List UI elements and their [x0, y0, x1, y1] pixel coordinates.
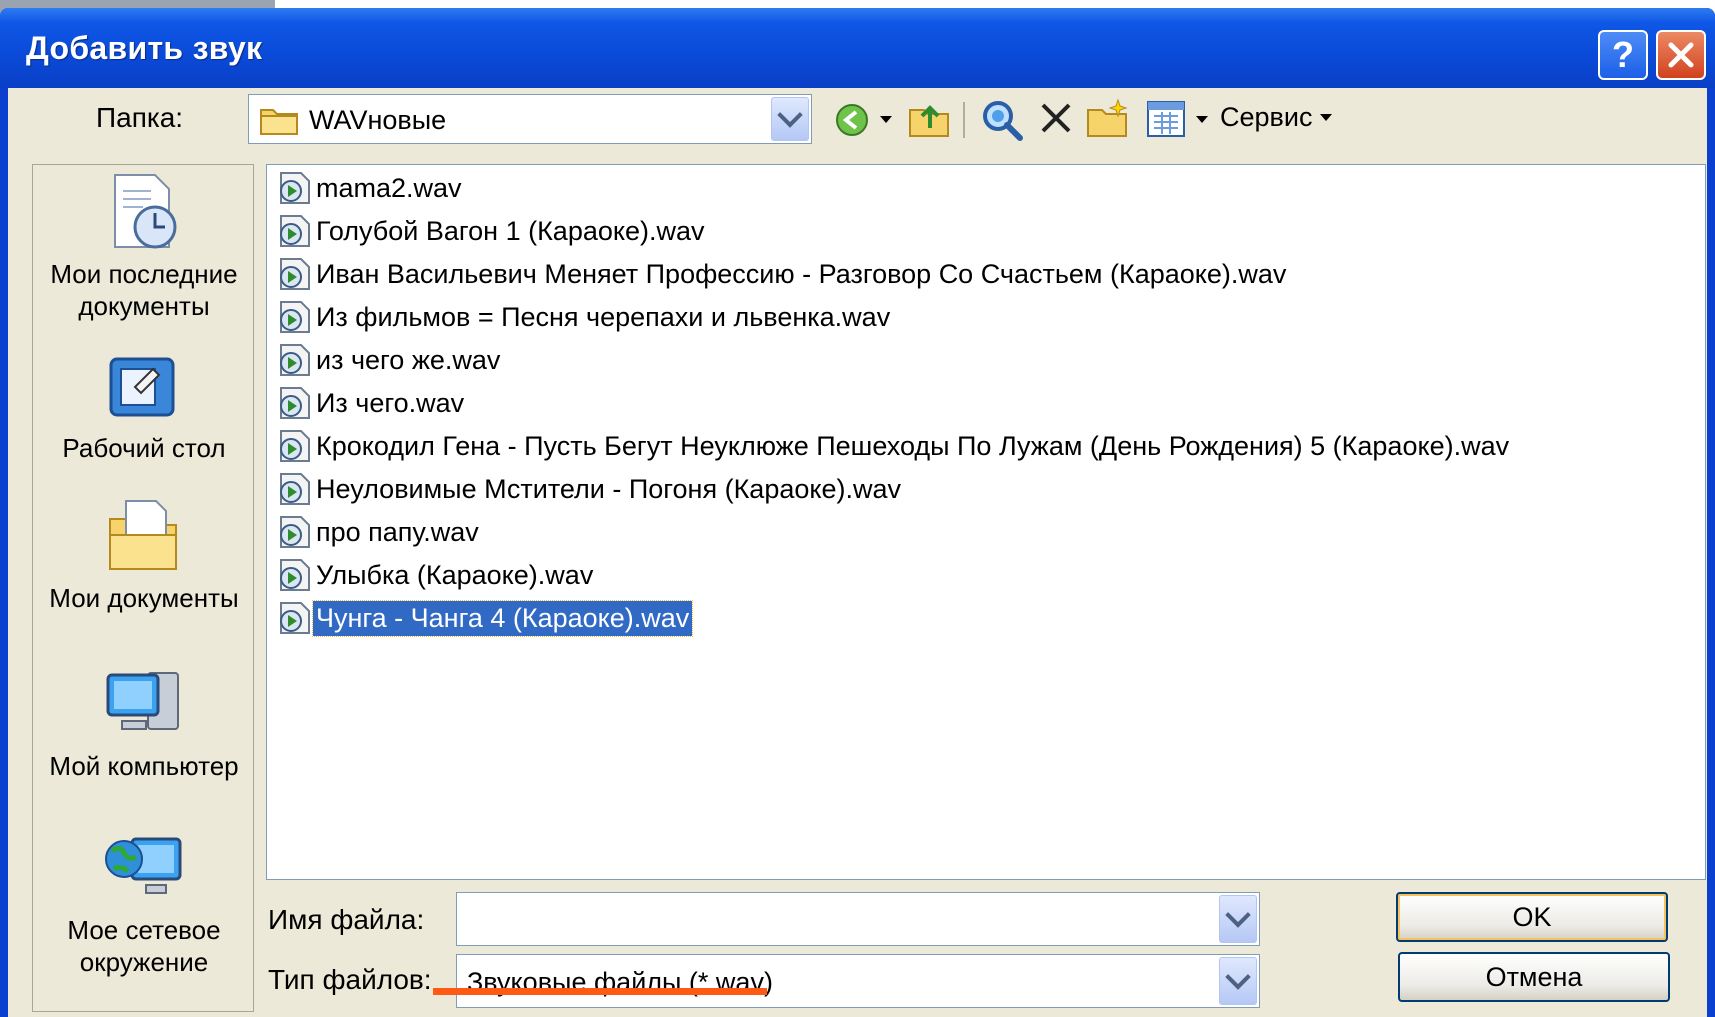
service-menu[interactable]: Сервис	[1220, 102, 1333, 133]
dialog-title: Добавить звук	[26, 30, 263, 66]
filetype-label: Тип файлов:	[268, 964, 432, 995]
file-name: Чунга - Чанга 4 (Караоке).wav	[311, 599, 694, 637]
chevron-down-icon	[777, 102, 803, 128]
file-row[interactable]: Улыбка (Караоке).wav	[277, 556, 596, 594]
cancel-button[interactable]: Отмена	[1398, 952, 1670, 1002]
file-row[interactable]: Неуловимые Мстители - Погоня (Караоке).w…	[277, 470, 904, 508]
file-name: Из чего.wav	[316, 387, 465, 418]
folder-icon	[260, 109, 298, 135]
recent-documents-icon	[114, 174, 177, 249]
file-name: из чего же.wav	[316, 344, 501, 375]
file-row[interactable]: Чунга - Чанга 4 (Караоке).wav	[277, 599, 694, 637]
add-sound-dialog: Добавить звук ? Папка: WAVновые Сервис М…	[0, 8, 1715, 1017]
service-menu-label: Сервис	[1220, 102, 1313, 132]
place-label: Мое сетевое окружение	[67, 915, 221, 977]
filetype-select[interactable]: Звуковые файлы (*.wav)	[456, 954, 1260, 1008]
desktop-icon	[109, 357, 175, 417]
file-name: про папу.wav	[316, 516, 479, 547]
place-network[interactable]: Мое сетевое окружение	[33, 829, 255, 978]
wav-file-icon	[280, 516, 310, 548]
place-my-computer[interactable]: Мой компьютер	[33, 665, 255, 782]
back-icon[interactable]	[834, 102, 870, 138]
new-folder-icon[interactable]	[1086, 98, 1128, 138]
view-dropdown-icon[interactable]	[1196, 116, 1208, 123]
place-label: Мои последние документы	[50, 259, 238, 321]
back-dropdown-icon[interactable]	[880, 116, 892, 123]
file-name: Крокодил Гена - Пусть Бегут Неуклюже Пеш…	[316, 430, 1510, 461]
chevron-down-icon	[1225, 902, 1251, 928]
wav-file-icon	[280, 602, 310, 634]
file-name: Иван Васильевич Меняет Профессию - Разго…	[316, 258, 1287, 289]
dialog-client-area: Папка: WAVновые Сервис Мои последние док…	[8, 88, 1707, 1017]
file-row[interactable]: Голубой Вагон 1 (Караоке).wav	[277, 212, 708, 250]
place-desktop[interactable]: Рабочий стол	[33, 349, 255, 464]
wav-file-icon	[280, 387, 310, 419]
file-row[interactable]: Крокодил Гена - Пусть Бегут Неуклюже Пеш…	[277, 427, 1512, 465]
places-bar: Мои последние документы Рабочий стол Мои…	[32, 164, 254, 1012]
filetype-dropdown-button[interactable]	[1219, 957, 1257, 1005]
filename-dropdown-button[interactable]	[1219, 895, 1257, 943]
network-places-icon	[105, 837, 182, 894]
file-row[interactable]: Иван Васильевич Меняет Профессию - Разго…	[277, 255, 1289, 293]
wav-file-icon	[280, 473, 310, 505]
file-name: Голубой Вагон 1 (Караоке).wav	[316, 215, 705, 246]
service-dropdown-icon	[1320, 114, 1333, 121]
filename-input[interactable]	[456, 892, 1260, 946]
wav-file-icon	[280, 172, 310, 204]
ok-button[interactable]: OK	[1396, 892, 1668, 942]
help-button[interactable]: ?	[1598, 30, 1648, 80]
folder-dropdown-button[interactable]	[771, 97, 809, 141]
filename-label: Имя файла:	[268, 904, 425, 935]
search-web-icon[interactable]	[980, 98, 1024, 142]
annotation-underline	[433, 988, 767, 995]
file-list[interactable]: mama2.wav Голубой Вагон 1 (Караоке).wav Ив…	[266, 164, 1706, 880]
wav-file-icon	[280, 344, 310, 376]
folder-label: Папка:	[96, 102, 184, 133]
file-name: Улыбка (Караоке).wav	[316, 559, 594, 590]
place-my-documents[interactable]: Мои документы	[33, 495, 255, 614]
close-icon	[1668, 42, 1694, 68]
wav-file-icon	[280, 430, 310, 462]
file-row[interactable]: про папу.wav	[277, 513, 482, 551]
file-row[interactable]: из чего же.wav	[277, 341, 503, 379]
view-menu-icon[interactable]	[1146, 100, 1186, 138]
wav-file-icon	[280, 559, 310, 591]
file-name: Неуловимые Мстители - Погоня (Караоке).w…	[316, 473, 902, 504]
title-bar[interactable]: Добавить звук ?	[0, 8, 1715, 88]
file-name: mama2.wav	[316, 172, 462, 203]
place-label: Мой компьютер	[49, 751, 239, 781]
file-row[interactable]: Из фильмов = Песня черепахи и львенка.wa…	[277, 298, 893, 336]
folder-value: WAVновые	[309, 105, 447, 135]
close-button[interactable]	[1656, 30, 1706, 80]
place-label: Рабочий стол	[62, 433, 226, 463]
file-row[interactable]: Из чего.wav	[277, 384, 467, 422]
up-folder-icon[interactable]	[908, 98, 950, 138]
file-row[interactable]: mama2.wav	[277, 169, 465, 207]
place-label: Мои документы	[49, 583, 239, 613]
wav-file-icon	[280, 301, 310, 333]
my-documents-icon	[109, 500, 177, 570]
chevron-down-icon	[1225, 964, 1251, 990]
place-recent-documents[interactable]: Мои последние документы	[33, 171, 255, 322]
wav-file-icon	[280, 258, 310, 290]
delete-icon[interactable]	[1038, 100, 1074, 136]
wav-file-icon	[280, 215, 310, 247]
folder-select[interactable]: WAVновые	[248, 94, 812, 144]
toolbar-separator	[963, 102, 965, 138]
file-name: Из фильмов = Песня черепахи и львенка.wa…	[316, 301, 891, 332]
my-computer-icon	[106, 672, 179, 730]
